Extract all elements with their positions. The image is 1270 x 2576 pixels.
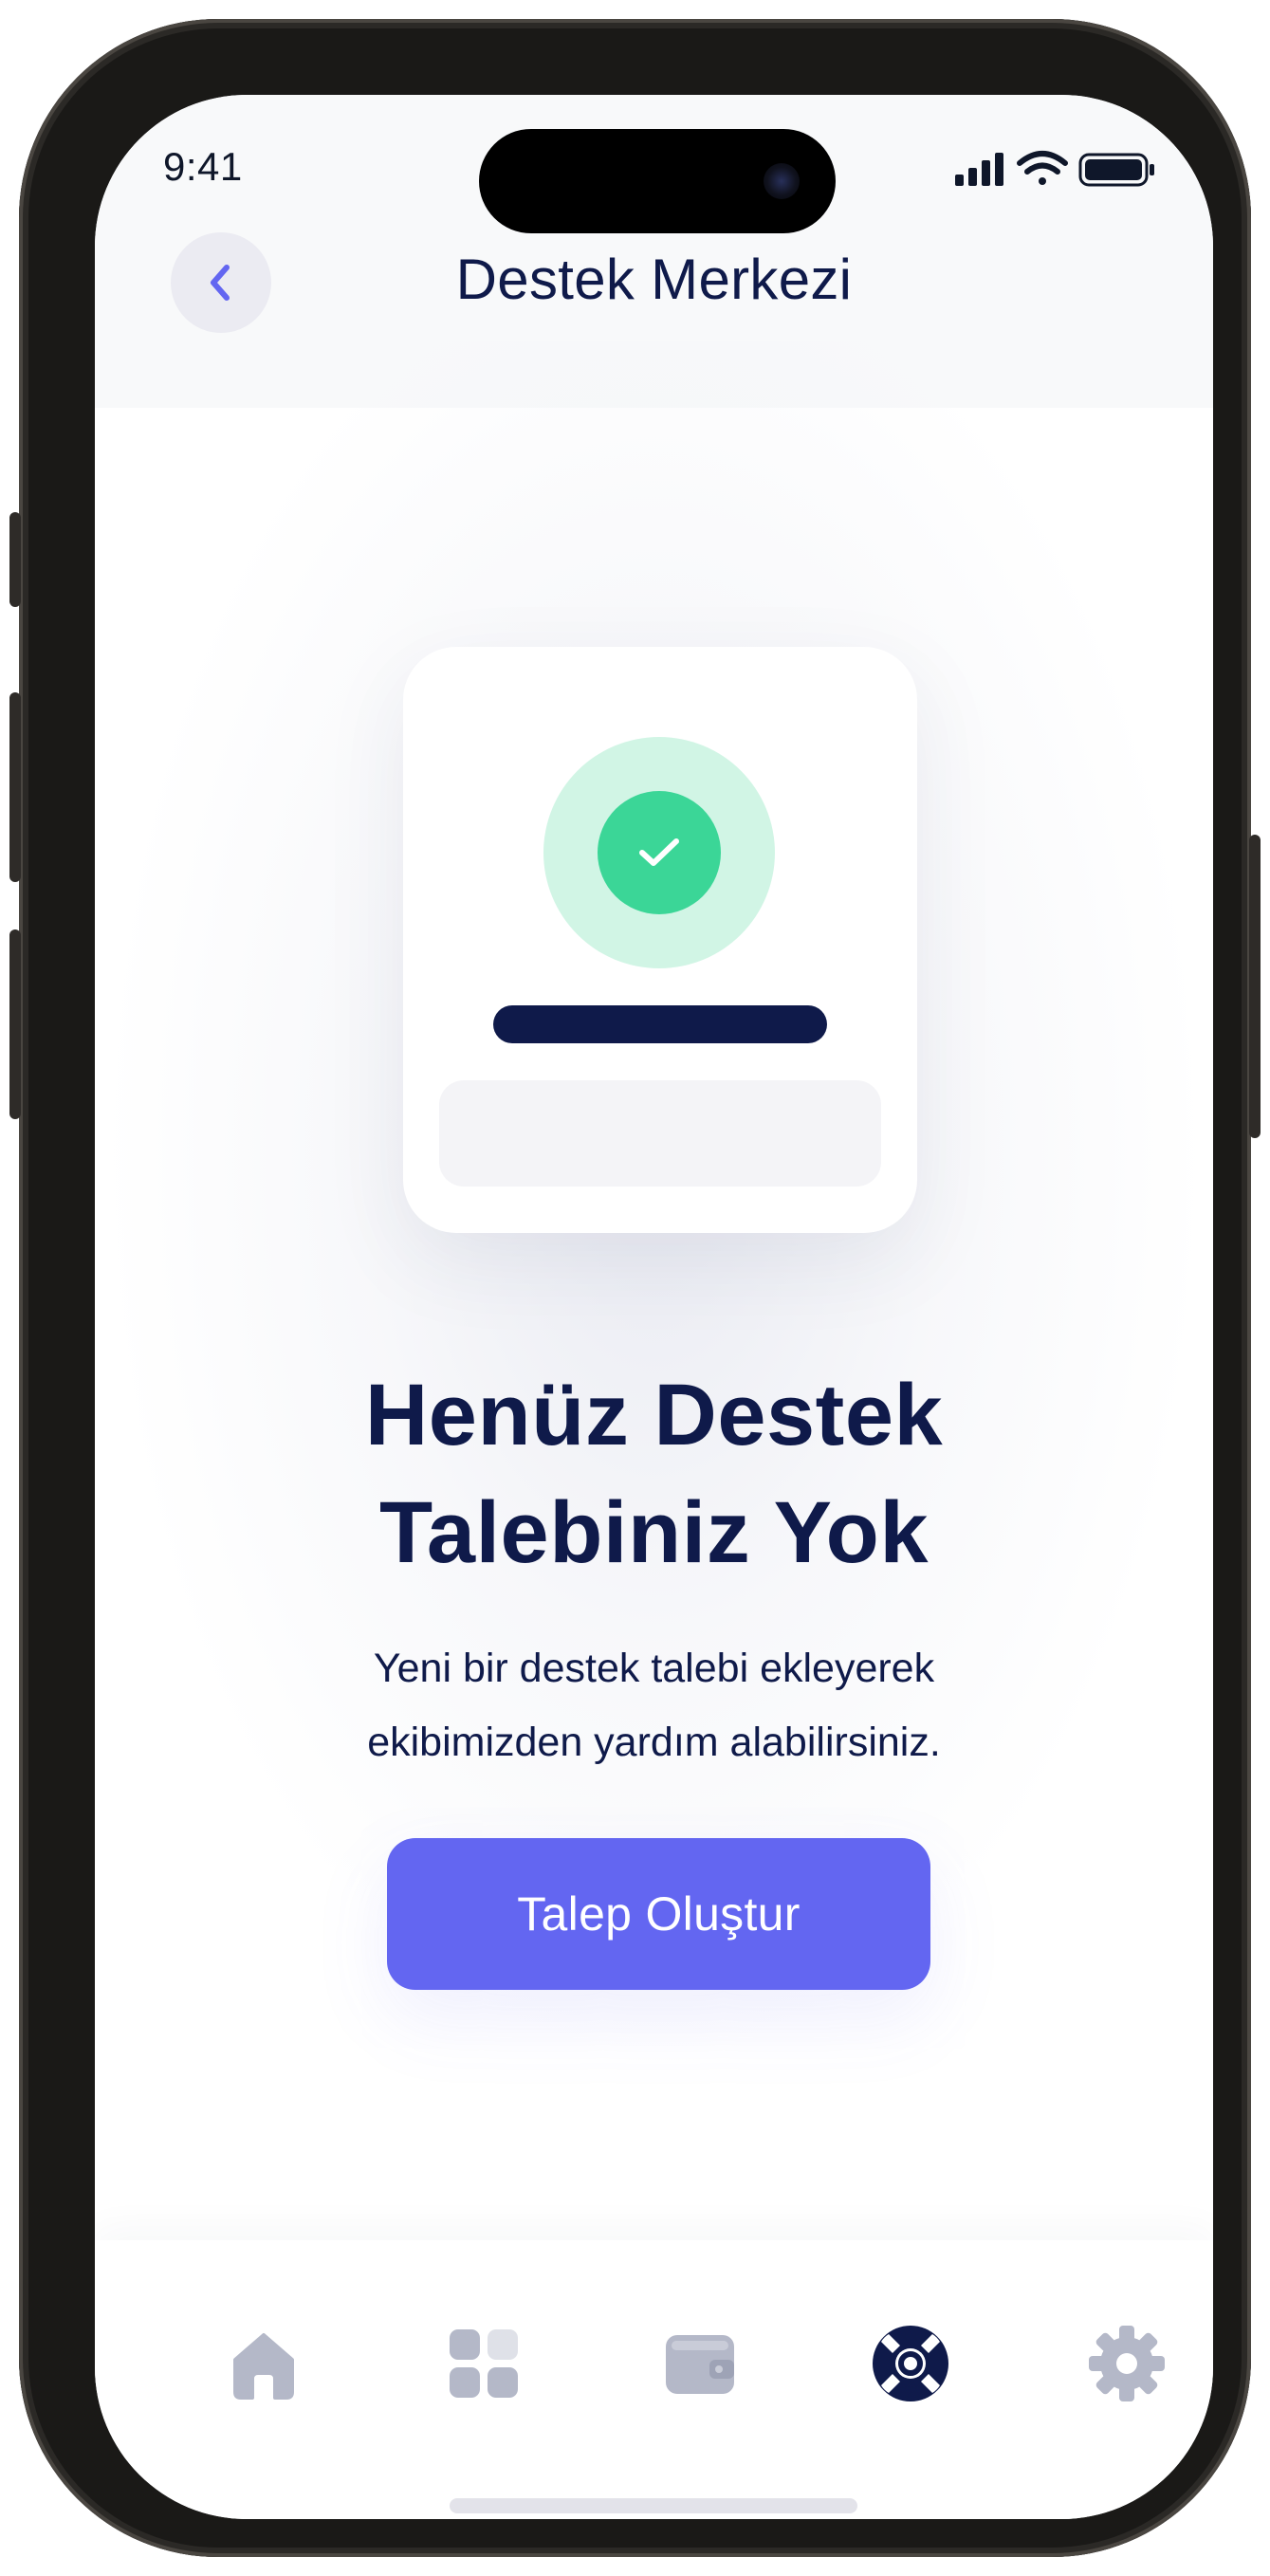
empty-state-title: Henüz Destek Talebiniz Yok: [364, 1367, 944, 1581]
battery-icon: [1078, 153, 1154, 187]
tab-bar: [95, 2240, 1213, 2519]
wifi-icon: [1017, 151, 1068, 185]
signal-icon: [955, 153, 1003, 186]
status-icons: [951, 150, 1160, 192]
dynamic-island: [479, 129, 836, 233]
grid-icon: [450, 2329, 518, 2398]
tab-support[interactable]: [863, 2316, 958, 2411]
phone-frame: 9:41 Destek Merkezi Henüz Destek Talebin…: [9, 19, 1261, 2557]
front-camera: [764, 163, 800, 199]
tab-wallet[interactable]: [653, 2316, 747, 2411]
tab-settings[interactable]: [1079, 2316, 1174, 2411]
volume-down-button: [9, 929, 21, 1119]
empty-state-description: Yeni bir destek talebi ekleyerek ekibimi…: [367, 1646, 941, 1765]
create-ticket-button[interactable]: Talep Oluştur: [387, 1838, 930, 1990]
home-indicator[interactable]: [450, 2498, 857, 2513]
gear-icon: [1089, 2326, 1165, 2401]
screen: 9:41 Destek Merkezi Henüz Destek Talebin…: [95, 95, 1213, 2519]
placeholder-field: [439, 1080, 881, 1187]
page-title: Destek Merkezi: [455, 248, 853, 311]
power-button: [1249, 835, 1261, 1138]
action-button: [9, 512, 21, 607]
tab-apps[interactable]: [436, 2316, 531, 2411]
status-time: 9:41: [163, 144, 243, 189]
home-icon: [233, 2333, 294, 2400]
check-icon: [639, 838, 679, 866]
lifebuoy-icon: [873, 2326, 948, 2401]
success-ring: [543, 737, 775, 968]
empty-state-illustration: [403, 647, 917, 1233]
tab-home[interactable]: [216, 2316, 311, 2411]
volume-up-button: [9, 692, 21, 882]
success-circle: [598, 791, 721, 914]
placeholder-title-bar: [493, 1005, 827, 1043]
wallet-icon: [666, 2335, 734, 2394]
